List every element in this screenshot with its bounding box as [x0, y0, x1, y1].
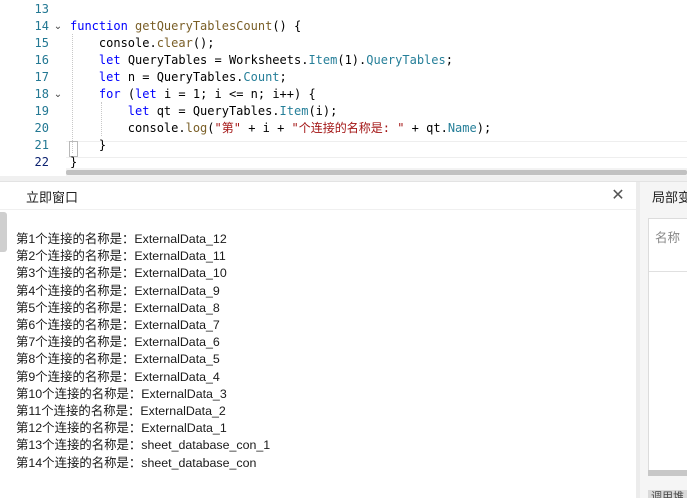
code-line[interactable]: 18 ⌄ for (let i = 1; i <= n; i++) { [0, 86, 687, 103]
output-line: 第13个连接的名称是：sheet_database_con_1 [16, 438, 271, 453]
code-text: } [70, 137, 106, 154]
code-token: () { [272, 19, 302, 33]
locals-grid[interactable]: 名称 [648, 218, 687, 476]
code-token: ); [476, 121, 492, 135]
output-line: 第8个连接的名称是：ExternalData_5 [16, 352, 220, 367]
code-token: for [98, 87, 128, 101]
output-line: 第9个连接的名称是：ExternalData_4 [16, 369, 220, 384]
code-line[interactable]: 19 let qt = QueryTables.Item(i); [0, 103, 687, 120]
locals-column-name-header[interactable]: 名称 [655, 227, 680, 246]
immediate-window[interactable]: 立即窗口 ✕ 第1个连接的名称是：ExternalData_12 第2个连接的名称… [0, 182, 636, 498]
code-text: console.clear(); [70, 35, 215, 52]
code-token: } [70, 138, 107, 152]
console-output: 第1个连接的名称是：ExternalData_12 第2个连接的名称是：Exter… [16, 231, 626, 472]
output-line: 第3个连接的名称是：ExternalData_10 [16, 266, 227, 281]
line-number: 21 [34, 138, 49, 152]
code-text: let qt = QueryTables.Item(i); [70, 103, 338, 120]
code-line[interactable]: 13 [0, 1, 687, 18]
code-token: (); [192, 36, 215, 50]
code-token: i = 1; i <= n; i++) { [163, 87, 316, 101]
code-token: ( [127, 87, 136, 101]
code-token: QueryTables = Worksheets. [127, 53, 309, 67]
close-icon[interactable]: ✕ [609, 186, 627, 204]
code-token: Item [308, 53, 338, 67]
code-token: log [185, 121, 208, 135]
immediate-window-scrollbar[interactable] [0, 212, 7, 252]
code-token: "个连接的名称是: " [291, 121, 405, 135]
line-number: 19 [34, 104, 49, 118]
code-token: let [135, 87, 164, 101]
line-number: 13 [34, 2, 49, 16]
code-token: getQueryTablesCount [135, 19, 273, 33]
locals-horizontal-scrollbar[interactable] [648, 470, 687, 476]
line-number: 22 [34, 155, 49, 169]
locals-pane-title: 局部变 [652, 190, 687, 205]
code-text: for (let i = 1; i <= n; i++) { [70, 86, 316, 103]
code-token: let [127, 104, 157, 118]
code-token: function [70, 19, 136, 33]
output-line: 第7个连接的名称是：ExternalData_6 [16, 335, 220, 350]
code-token: + i + [240, 121, 292, 135]
line-number: 18 [34, 87, 49, 101]
output-line: 第14个连接的名称是：sheet_database_con [16, 455, 257, 470]
output-line: 第4个连接的名称是：ExternalData_9 [16, 283, 220, 298]
code-token: ; [445, 53, 453, 67]
line-number: 20 [34, 121, 49, 135]
code-token: "第" [214, 121, 241, 135]
code-token: n = QueryTables. [127, 70, 244, 84]
fold-chevron-icon[interactable]: ⌄ [52, 86, 64, 103]
code-token: Item [279, 104, 309, 118]
code-token: console. [70, 121, 186, 135]
code-line[interactable]: 21 } [0, 137, 687, 154]
grid-header-divider [649, 271, 687, 272]
fold-chevron-icon[interactable]: ⌄ [52, 18, 64, 35]
code-text: console.log("第" + i + "个连接的名称是: " + qt.N… [70, 120, 491, 137]
code-token: qt = QueryTables. [156, 104, 280, 118]
code-line[interactable]: 17 let n = QueryTables.Count; [0, 69, 687, 86]
immediate-window-title: 立即窗口 [26, 190, 79, 205]
code-token: (1). [337, 53, 367, 67]
code-line[interactable]: 15 console.clear(); [0, 35, 687, 52]
immediate-window-header: 立即窗口 ✕ [0, 182, 636, 210]
call-stack-tab[interactable]: 调用堆 [648, 490, 687, 498]
indent-guide [101, 102, 102, 136]
code-token: QueryTables [366, 53, 446, 67]
output-line: 第11个连接的名称是：ExternalData_2 [16, 404, 226, 419]
line-number: 14 [34, 19, 49, 33]
line-number: 15 [34, 36, 49, 50]
output-line: 第1个连接的名称是：ExternalData_12 [16, 232, 227, 246]
code-line[interactable]: 14 ⌄ function getQueryTablesCount() { [0, 18, 687, 35]
code-token: + qt. [404, 121, 448, 135]
code-token: let [98, 53, 128, 67]
code-token: let [98, 70, 128, 84]
editor-scrollbar-thumb[interactable] [66, 170, 687, 175]
code-token: ( [207, 121, 215, 135]
code-text: let QueryTables = Worksheets.Item(1).Que… [70, 52, 453, 69]
output-line: 第5个连接的名称是：ExternalData_8 [16, 300, 220, 315]
code-text: let n = QueryTables.Count; [70, 69, 287, 86]
code-editor[interactable]: 13 14 ⌄ function getQueryTablesCount() {15 … [0, 0, 687, 176]
code-text: function getQueryTablesCount() { [70, 18, 301, 35]
output-line: 第10个连接的名称是：ExternalData_3 [16, 386, 227, 401]
line-number: 16 [34, 53, 49, 67]
code-token: (i); [308, 104, 338, 118]
code-line[interactable]: 20 console.log("第" + i + "个连接的名称是: " + q… [0, 120, 687, 137]
code-token: clear [156, 36, 193, 50]
code-token: } [70, 155, 78, 169]
indent-guide [72, 34, 73, 153]
output-line: 第2个连接的名称是：ExternalData_11 [16, 249, 226, 264]
line-number: 17 [34, 70, 49, 84]
code-token: Count [243, 70, 280, 84]
code-token: Name [447, 121, 477, 135]
code-line[interactable]: 16 let QueryTables = Worksheets.Item(1).… [0, 52, 687, 69]
code-token: ; [279, 70, 287, 84]
locals-pane[interactable]: 局部变 名称 调用堆 [640, 182, 687, 498]
code-token: console. [70, 36, 157, 50]
output-line: 第6个连接的名称是：ExternalData_7 [16, 318, 220, 333]
output-line: 第12个连接的名称是：ExternalData_1 [16, 421, 227, 436]
